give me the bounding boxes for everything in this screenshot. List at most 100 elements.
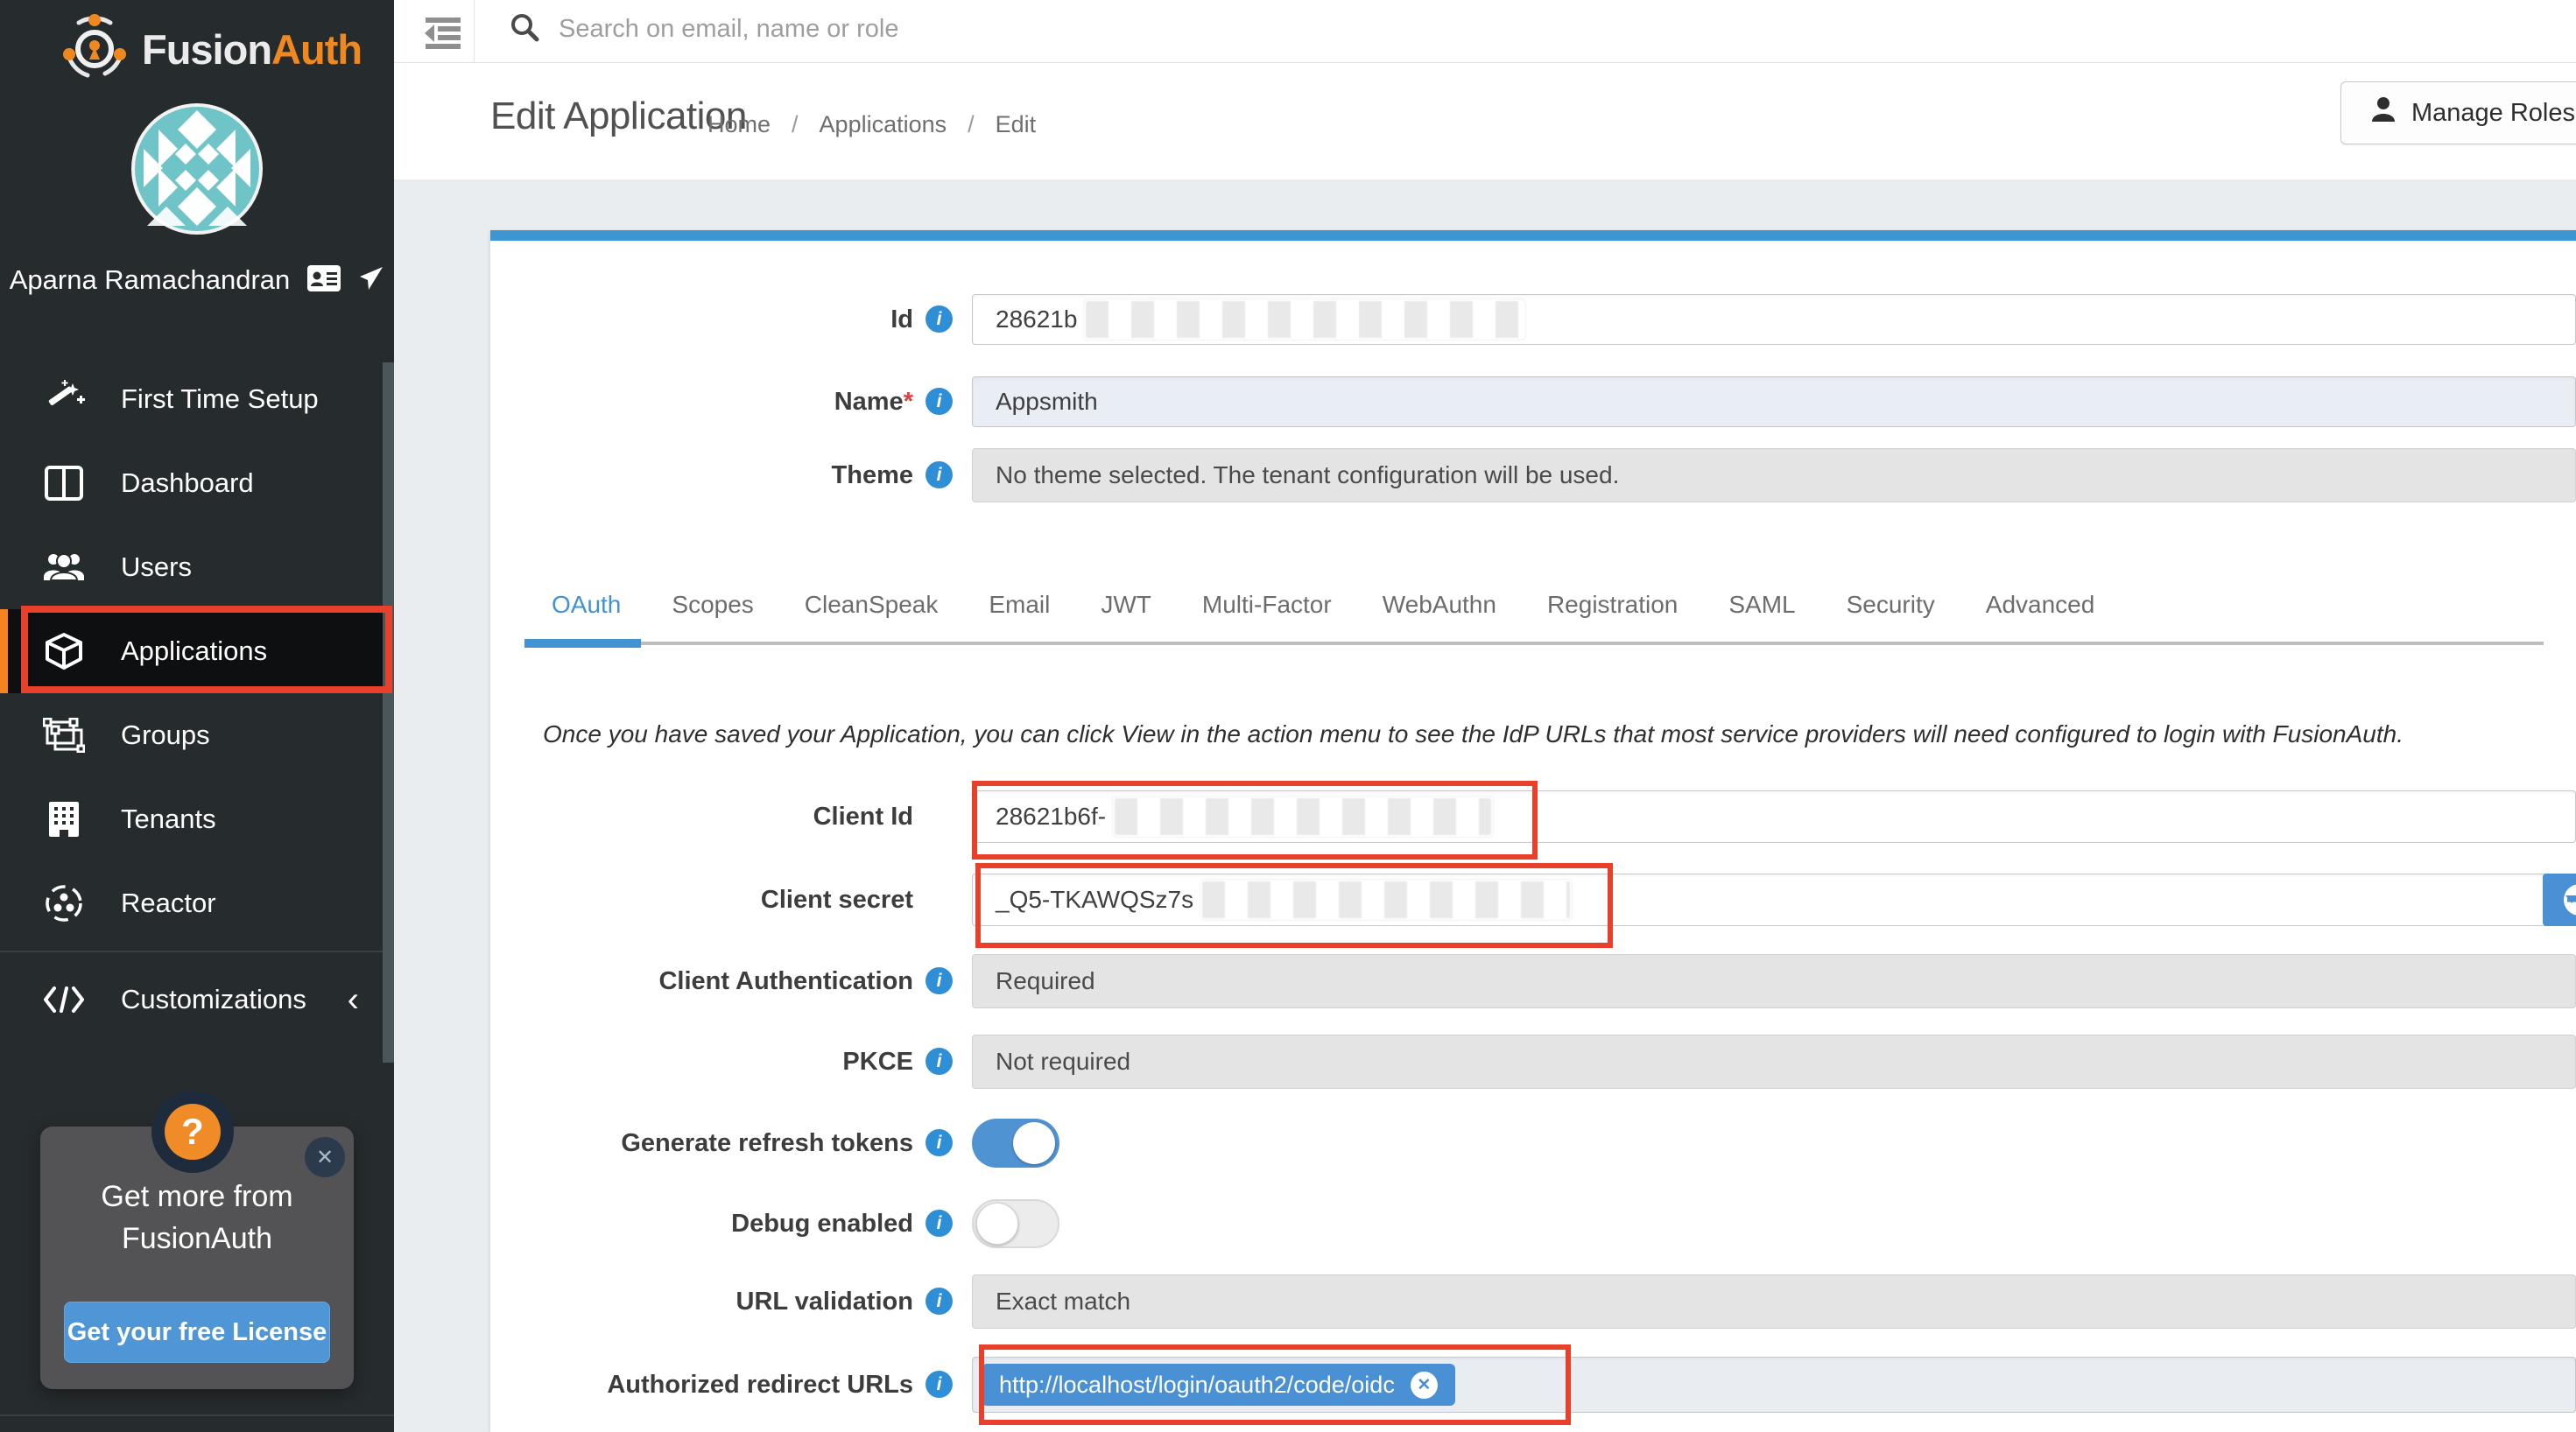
user-name: Aparna Ramachandran (10, 264, 291, 296)
tab-security[interactable]: Security (1847, 591, 1935, 619)
theme-label: Theme (832, 460, 913, 491)
breadcrumb-separator: / (792, 111, 799, 138)
breadcrumb-separator: / (968, 111, 975, 138)
debug-enabled-row: Debug enabled i (490, 1199, 2576, 1248)
locale-navigation-icon[interactable] (358, 265, 384, 296)
tab-saml[interactable]: SAML (1728, 591, 1795, 619)
pkce-label: PKCE (842, 1047, 913, 1078)
pkce-select[interactable]: Not required (972, 1035, 2576, 1089)
promo-close-button[interactable]: ✕ (305, 1137, 345, 1177)
contact-card-icon[interactable] (307, 265, 341, 296)
tab-multi-factor[interactable]: Multi-Factor (1202, 591, 1332, 619)
sidebar-collapse-icon[interactable] (422, 12, 464, 55)
sidebar-item-reactor[interactable]: Reactor (0, 861, 394, 945)
sidebar-item-first-time-setup[interactable]: First Time Setup (0, 357, 394, 441)
tab-oauth[interactable]: OAuth (552, 591, 621, 619)
sidebar-item-label: First Time Setup (121, 383, 319, 415)
info-icon[interactable]: i (926, 388, 953, 415)
sidebar-item-label: Dashboard (121, 467, 254, 499)
url-validation-label: URL validation (736, 1287, 914, 1317)
person-icon (2371, 96, 2396, 130)
search-icon (510, 12, 539, 46)
authorized-redirect-urls-row: Authorized redirect URLs i http://localh… (490, 1357, 2576, 1413)
avatar[interactable] (131, 103, 263, 235)
client-id-row: Client Id 28621b6f- (490, 790, 2576, 843)
tab-webauthn[interactable]: WebAuthn (1383, 591, 1496, 619)
authorized-redirect-urls-field[interactable]: http://localhost/login/oauth2/code/oidc … (972, 1357, 2576, 1413)
info-icon[interactable]: i (926, 967, 953, 994)
manage-roles-button[interactable]: Manage Roles (2340, 81, 2576, 144)
client-secret-input[interactable]: _Q5-TKAWQSz7s (972, 874, 2576, 926)
fusionauth-logo-text: FusionAuth (142, 25, 362, 74)
debug-enabled-toggle[interactable] (972, 1199, 1059, 1248)
tab-email[interactable]: Email (989, 591, 1050, 619)
application-tabs: OAuth Scopes CleanSpeak Email JWT Multi-… (524, 584, 2544, 645)
applications-cube-icon (42, 631, 86, 671)
fusionauth-logo[interactable]: FusionAuth (61, 14, 362, 85)
sidebar-bottom-divider (0, 1414, 394, 1416)
regenerate-secret-button[interactable] (2543, 874, 2576, 926)
chevron-left-icon[interactable]: ‹ (348, 982, 359, 1017)
tab-registration[interactable]: Registration (1547, 591, 1678, 619)
tab-advanced[interactable]: Advanced (1986, 591, 2095, 619)
application-form-card: Id i 28621b Name* i Appsmith Theme i No … (490, 230, 2576, 1432)
sidebar-item-customizations[interactable]: Customizations ‹ (0, 958, 394, 1042)
info-icon[interactable]: i (926, 1371, 953, 1398)
tab-jwt[interactable]: JWT (1101, 591, 1151, 619)
name-input[interactable]: Appsmith (972, 376, 2576, 427)
fusionauth-logo-icon (61, 14, 128, 85)
tenants-icon (42, 800, 86, 839)
sidebar-item-users[interactable]: Users (0, 525, 394, 609)
info-icon[interactable]: i (926, 305, 953, 333)
search-input[interactable] (559, 15, 2485, 44)
url-validation-row: URL validation i Exact match (490, 1274, 2576, 1329)
toggle-knob (976, 1203, 1018, 1245)
client-authentication-row: Client Authentication i Required (490, 954, 2576, 1008)
dashboard-icon (42, 466, 86, 501)
magic-wand-icon (42, 378, 86, 420)
info-icon[interactable]: i (926, 1210, 953, 1237)
help-badge[interactable]: ? (151, 1091, 234, 1173)
sidebar-item-applications[interactable]: Applications (0, 609, 394, 693)
tab-cleanspeak[interactable]: CleanSpeak (805, 591, 939, 619)
sidebar-item-groups[interactable]: Groups (0, 693, 394, 777)
sidebar-divider (0, 951, 394, 952)
info-icon[interactable]: i (926, 461, 953, 488)
redaction-overlay (1202, 881, 1570, 918)
theme-row: Theme i No theme selected. The tenant co… (490, 448, 2576, 502)
topbar-divider (474, 0, 475, 63)
client-secret-row: Client secret _Q5-TKAWQSz7s (490, 874, 2576, 926)
client-authentication-select[interactable]: Required (972, 954, 2576, 1008)
active-tab-indicator (524, 639, 641, 648)
topbar (394, 0, 2576, 63)
remove-url-icon[interactable]: ✕ (1411, 1372, 1438, 1399)
id-row: Id i 28621b (490, 294, 2576, 345)
info-icon[interactable]: i (926, 1048, 953, 1075)
sidebar-item-label: Groups (121, 720, 210, 751)
close-icon: ✕ (316, 1145, 334, 1170)
sidebar-item-dashboard[interactable]: Dashboard (0, 441, 394, 525)
url-validation-select[interactable]: Exact match (972, 1274, 2576, 1329)
debug-enabled-label: Debug enabled (731, 1209, 913, 1239)
info-icon[interactable]: i (926, 1129, 953, 1156)
info-icon[interactable]: i (926, 1288, 953, 1315)
get-free-license-button[interactable]: Get your free License (64, 1302, 330, 1363)
redirect-url-tag[interactable]: http://localhost/login/oauth2/code/oidc … (982, 1364, 1455, 1406)
promo-card: ? ✕ Get more from FusionAuth Get your fr… (40, 1127, 354, 1389)
code-icon (42, 985, 86, 1014)
oauth-note: Once you have saved your Application, yo… (543, 720, 2523, 748)
tab-scopes[interactable]: Scopes (672, 591, 753, 619)
generate-refresh-tokens-toggle[interactable] (972, 1119, 1059, 1168)
sidebar-item-label: Applications (121, 635, 267, 667)
sidebar: FusionAuth Aparna Ramachandran (0, 0, 394, 1432)
sidebar-scrollbar[interactable] (383, 362, 394, 1063)
id-input[interactable]: 28621b (972, 294, 2576, 345)
client-id-input[interactable]: 28621b6f- (972, 790, 2576, 843)
client-authentication-label: Client Authentication (658, 966, 913, 997)
breadcrumb-applications[interactable]: Applications (820, 111, 947, 138)
user-row: Aparna Ramachandran (0, 264, 394, 296)
promo-title: Get more from FusionAuth (40, 1176, 354, 1260)
sidebar-item-tenants[interactable]: Tenants (0, 777, 394, 861)
name-label: Name* (834, 387, 913, 418)
breadcrumb-home[interactable]: Home (707, 111, 771, 138)
